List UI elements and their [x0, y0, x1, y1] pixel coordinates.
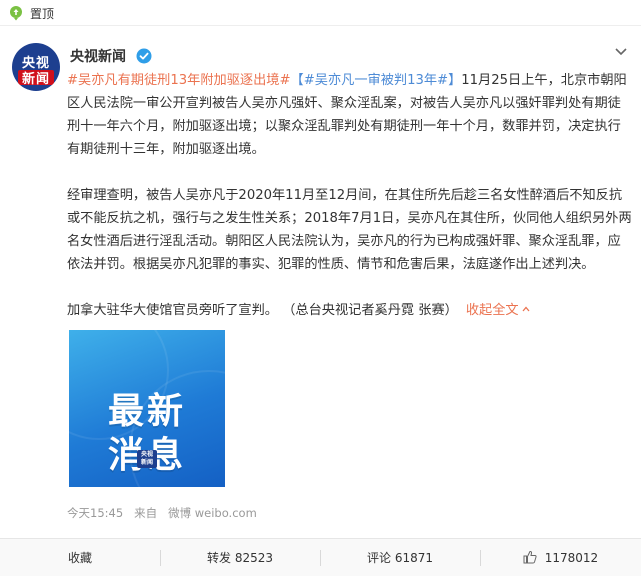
image-logo-text-bottom: 新闻: [140, 459, 153, 466]
more-chevron-icon[interactable]: [613, 46, 629, 58]
post-time[interactable]: 今天15:45: [67, 506, 123, 520]
hashtag-link-1[interactable]: #吴亦凡有期徒刑13年附加驱逐出境#: [67, 73, 291, 88]
like-count: 1178012: [544, 551, 599, 565]
post-source[interactable]: 微博 weibo.com: [168, 506, 257, 520]
chevron-up-icon: [522, 306, 530, 312]
repost-button[interactable]: 转发 82523: [160, 539, 320, 577]
repost-label: 转发: [206, 551, 231, 565]
collect-button[interactable]: 收藏: [0, 539, 160, 577]
comment-button[interactable]: 评论 61871: [320, 539, 480, 577]
post-paragraph-1: #吴亦凡有期徒刑13年附加驱逐出境#【#吴亦凡一审被判13年#】11月25日上午…: [67, 69, 633, 161]
news-thumbnail-image[interactable]: 最新 消息 央视 新闻: [69, 330, 225, 487]
collapse-full-text-link[interactable]: 收起全文: [466, 303, 530, 318]
repost-count: 82523: [234, 551, 274, 565]
author-row: 央视新闻: [70, 46, 152, 65]
from-label: 来自: [134, 506, 158, 520]
comment-label: 评论: [366, 551, 391, 565]
image-cctv-logo: 央视 新闻: [137, 450, 157, 468]
image-logo-text-top: 央视: [140, 451, 153, 458]
post-paragraph-2: 经审理查明，被告人吴亦凡于2020年11月至12月间，在其住所先后趁三名女性醉酒…: [67, 188, 632, 272]
post-meta: 今天15:45 来自 微博 weibo.com: [67, 505, 257, 521]
hashtag-link-2[interactable]: 【#吴亦凡一审被判13年#】: [291, 73, 462, 88]
comment-count: 61871: [394, 551, 434, 565]
like-button[interactable]: 1178012: [480, 539, 641, 577]
post-paragraph-3: 加拿大驻华大使馆官员旁听了宣判。 （总台央视记者奚丹霓 张赛） 收起全文: [67, 299, 633, 322]
pin-label: 置顶: [30, 7, 55, 21]
action-bar: 收藏 转发 82523 评论 61871 1178012: [0, 538, 641, 576]
thumbs-up-icon: [523, 550, 537, 564]
author-name[interactable]: 央视新闻: [70, 49, 126, 65]
avatar[interactable]: 央视 新闻: [12, 43, 60, 91]
verified-icon: [136, 48, 152, 64]
avatar-text-bottom: 新闻: [21, 72, 50, 87]
pinned-header: 置顶: [0, 0, 641, 26]
collapse-label: 收起全文: [465, 303, 519, 318]
collect-label: 收藏: [67, 551, 92, 565]
post-paragraph-3-text: 加拿大驻华大使馆官员旁听了宣判。 （总台央视记者奚丹霓 张赛）: [67, 303, 458, 318]
post-text: #吴亦凡有期徒刑13年附加驱逐出境#【#吴亦凡一审被判13年#】11月25日上午…: [67, 69, 633, 322]
pin-icon: [10, 6, 22, 21]
